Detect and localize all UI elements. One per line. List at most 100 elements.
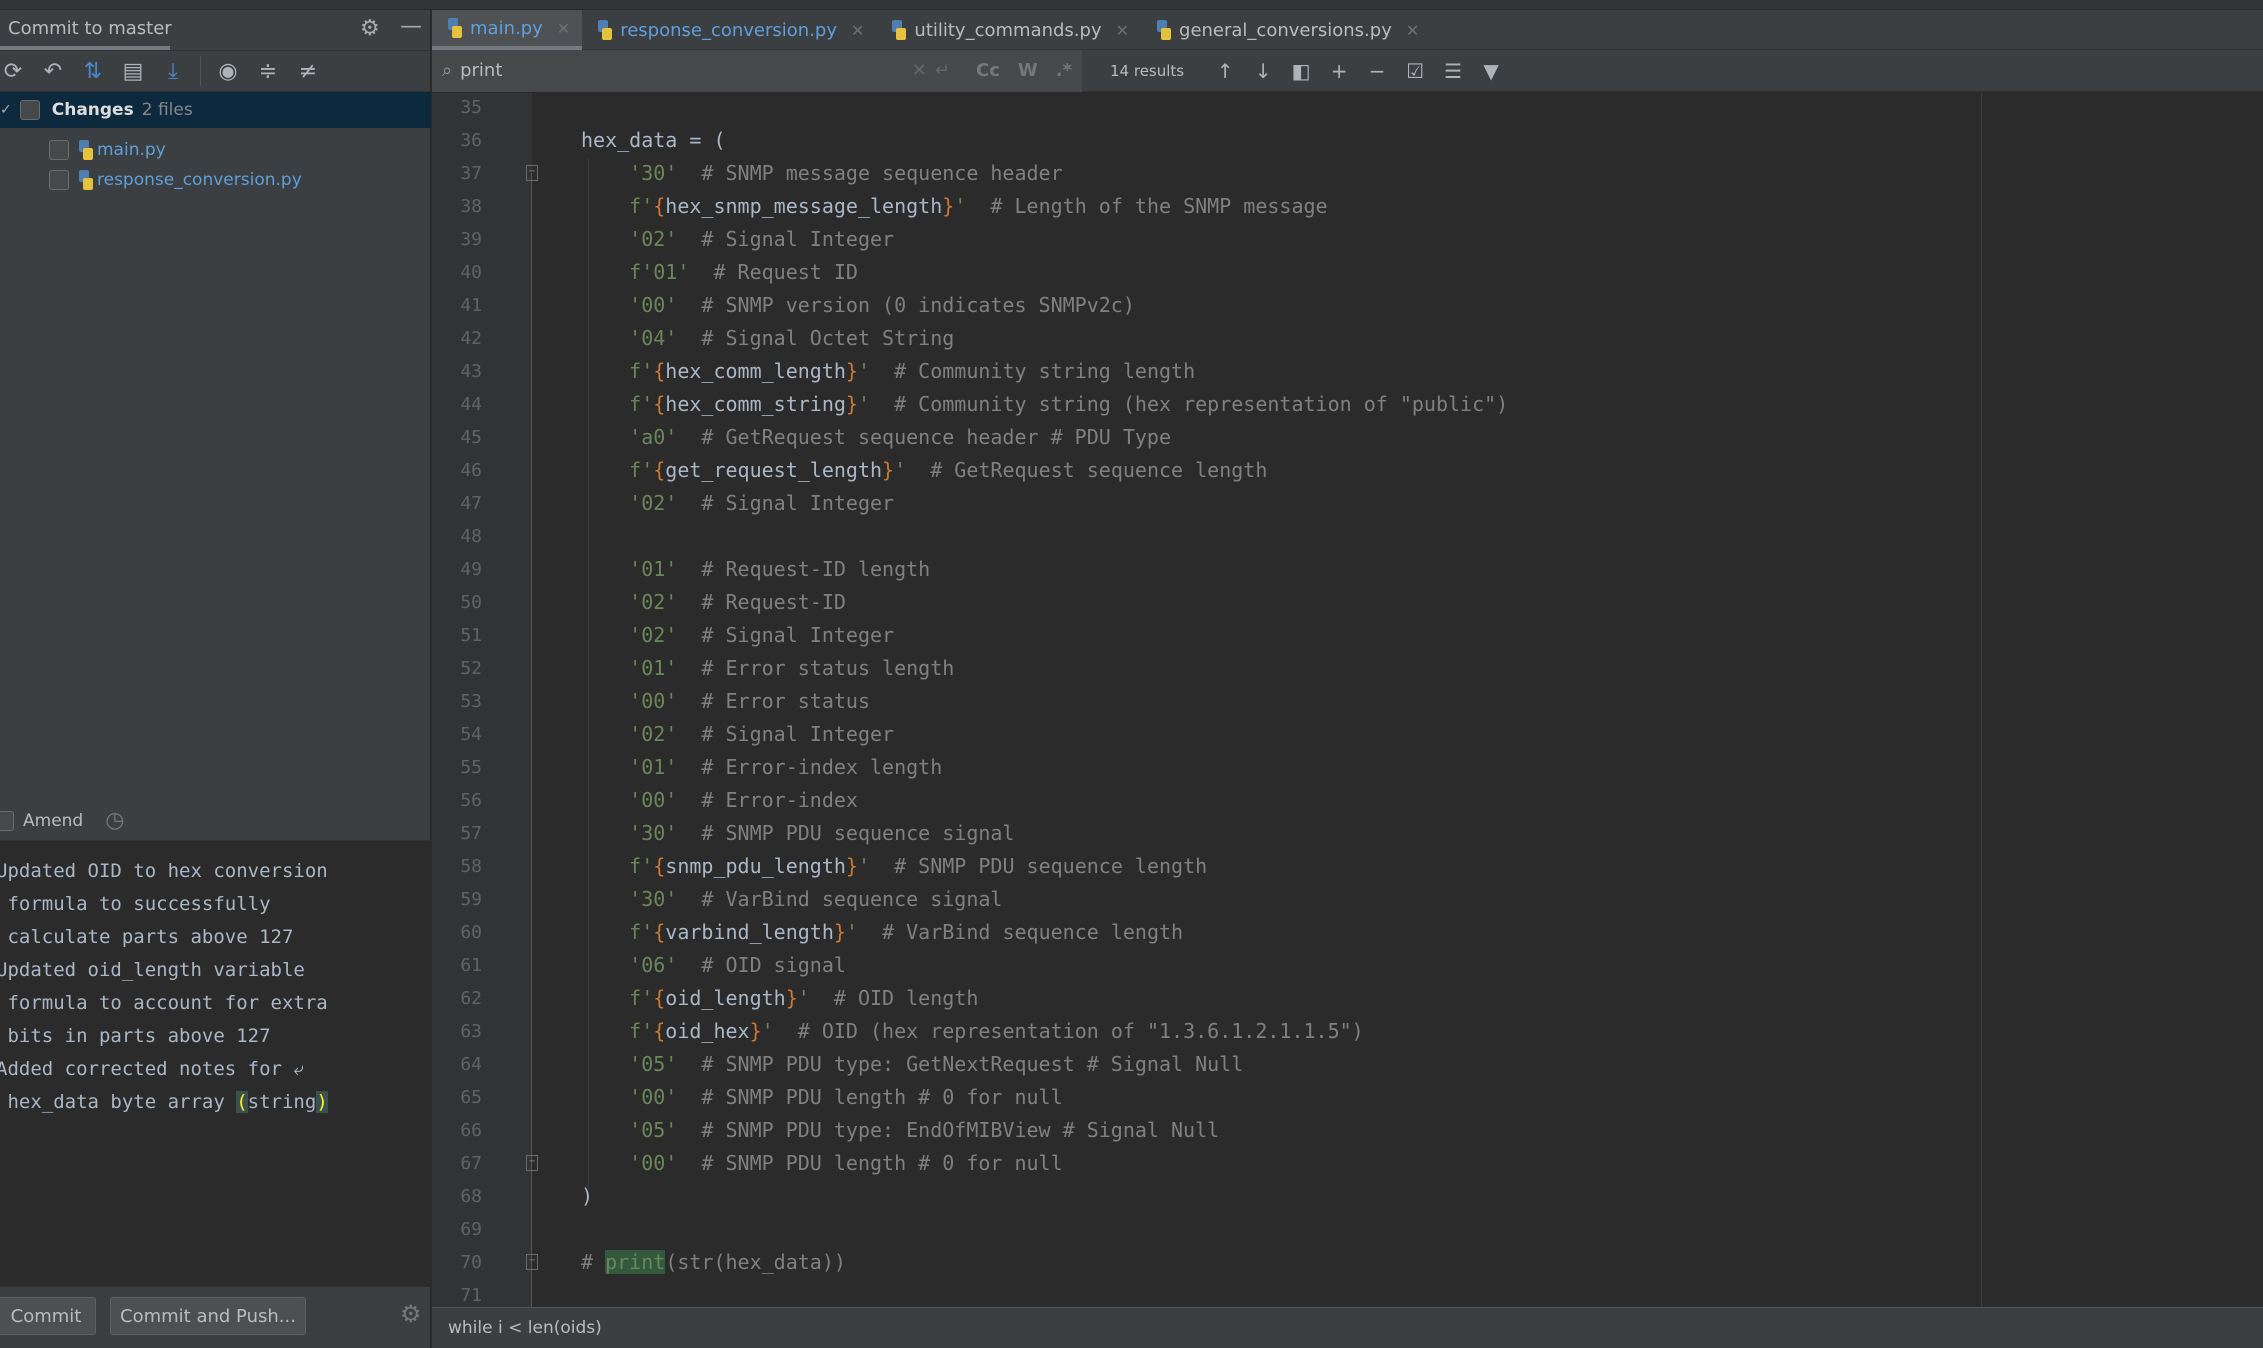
tab-general-conversions[interactable]: general_conversions.py ✕ [1141,10,1431,50]
expand-all-icon[interactable]: ≑ [255,59,281,84]
code-line[interactable]: 42 '04' # Signal Octet String [432,322,2263,355]
open-in-window-icon[interactable]: ☰ [1434,59,1472,83]
line-number: 63 [460,1021,482,1042]
fold-marker-icon[interactable]: − [526,165,538,181]
code-line[interactable]: 45 'a0' # GetRequest sequence header # P… [432,421,2263,454]
chevron-down-icon[interactable]: ✓ [0,102,12,118]
code-token: # SNMP version (0 indicates SNMPv2c) [677,293,1135,317]
breadcrumb[interactable]: while i < len(oids) [448,1318,602,1338]
close-icon[interactable]: ✕ [851,21,864,40]
code-line[interactable]: 41 '00' # SNMP version (0 indicates SNMP… [432,289,2263,322]
commit-message-input[interactable]: Updated OID to hex conversion formula to… [0,841,431,1287]
previous-occurrence-icon[interactable]: ↑ [1206,59,1244,83]
fold-marker-icon[interactable]: − [526,1155,538,1171]
commit-options-gear-icon[interactable]: ⚙ [400,1300,422,1328]
code-line[interactable]: 64 '05' # SNMP PDU type: GetNextRequest … [432,1048,2263,1081]
code-line[interactable]: 60 f'{varbind_length}' # VarBind sequenc… [432,916,2263,949]
changes-group-row[interactable]: ✓ Changes 2 files [0,92,431,128]
line-number: 52 [460,658,482,679]
words-toggle[interactable]: W [1018,60,1038,81]
code-line[interactable]: 37 − '30' # SNMP message sequence header [432,157,2263,190]
code-line[interactable]: 63 f'{oid_hex}' # OID (hex representatio… [432,1015,2263,1048]
line-number: 46 [460,460,482,481]
show-diff-icon[interactable]: ⇅ [80,59,106,84]
code-line[interactable]: 50 '02' # Request-ID [432,586,2263,619]
shelve-icon[interactable]: ▤ [120,59,146,84]
code-line[interactable]: 40 f'01' # Request ID [432,256,2263,289]
code-line[interactable]: 59 '30' # VarBind sequence signal [432,883,2263,916]
changes-checkbox[interactable] [19,100,40,120]
tab-label: response_conversion.py [620,19,837,41]
commit-and-push-button[interactable]: Commit and Push... [110,1297,306,1335]
code-line[interactable]: 44 f'{hex_comm_string}' # Community stri… [432,388,2263,421]
code-line[interactable]: 39 '02' # Signal Integer [432,223,2263,256]
code-line[interactable]: 69 [432,1213,2263,1246]
code-line[interactable]: 56 '00' # Error-index [432,784,2263,817]
code-line[interactable]: 58 f'{snmp_pdu_length}' # SNMP PDU seque… [432,850,2263,883]
file-row[interactable]: main.py [0,135,431,165]
code-token: # SNMP PDU type: GetNextRequest # Signal… [677,1052,1244,1076]
code-line[interactable]: 68) [432,1180,2263,1213]
code-line[interactable]: 36 hex_data = ( [432,124,2263,157]
amend-checkbox[interactable] [0,810,14,831]
tab-utility-commands[interactable]: utility_commands.py ✕ [876,10,1141,50]
commit-panel-title[interactable]: Commit to master [8,18,172,39]
tab-main-py[interactable]: main.py ✕ [432,10,583,50]
close-icon[interactable]: ✕ [557,19,570,38]
filter-icon[interactable]: ▼ [1472,59,1510,83]
code-line[interactable]: 49 '01' # Request-ID length [432,553,2263,586]
code-line[interactable]: 61 '06' # OID signal [432,949,2263,982]
code-line[interactable]: 48 [432,520,2263,553]
fold-area [482,256,581,289]
file-row[interactable]: response_conversion.py [0,165,431,195]
fold-area [482,553,581,586]
match-case-toggle[interactable]: Cc [976,60,1000,81]
code-line[interactable]: 70 − # print(str(hex_data)) [432,1246,2263,1279]
close-icon[interactable]: ✕ [1406,21,1419,40]
commit-message-line: bits in parts above 127 [0,1025,271,1047]
code-line[interactable]: 51 '02' # Signal Integer [432,619,2263,652]
view-options-icon[interactable]: ◉ [215,59,241,84]
gear-icon[interactable]: ⚙ [360,16,380,41]
code-line[interactable]: 66 '05' # SNMP PDU type: EndOfMIBView # … [432,1114,2263,1147]
code-line[interactable]: 52 '01' # Error status length [432,652,2263,685]
tab-response-conversion[interactable]: response_conversion.py ✕ [582,10,876,50]
refresh-icon[interactable]: ⟳ [0,59,26,84]
update-icon[interactable]: ⤓ [160,59,186,84]
history-clock-icon[interactable]: ◷ [105,808,124,833]
code-line[interactable]: 57 '30' # SNMP PDU sequence signal [432,817,2263,850]
code-line[interactable]: 35 [432,91,2263,124]
regex-toggle[interactable]: .* [1056,60,1072,81]
code-line[interactable]: 62 f'{oid_length}' # OID length [432,982,2263,1015]
code-line[interactable]: 67 − '00' # SNMP PDU length # 0 for null [432,1147,2263,1180]
select-all-occurrences-icon[interactable]: ☑ [1396,59,1434,83]
search-icon[interactable]: ⌕ [442,60,452,81]
code-token: # GetRequest sequence length [906,458,1268,482]
file-checkbox[interactable] [49,140,69,160]
rollback-icon[interactable]: ↶ [40,59,66,84]
code-line[interactable]: 55 '01' # Error-index length [432,751,2263,784]
file-checkbox[interactable] [49,170,69,190]
collapse-all-icon[interactable]: ≠ [295,59,321,84]
remove-occurrence-icon[interactable]: − [1358,59,1396,83]
new-line-icon[interactable]: ↵ [935,60,950,81]
code-token: get_request_length [665,458,883,482]
commit-button[interactable]: Commit [0,1297,96,1335]
code-line[interactable]: 65 '00' # SNMP PDU length # 0 for null [432,1081,2263,1114]
code-line[interactable]: 46 f'{get_request_length}' # GetRequest … [432,454,2263,487]
next-occurrence-icon[interactable]: ↓ [1244,59,1282,83]
filter-search-results-icon[interactable]: ◧ [1282,59,1320,83]
minimize-icon[interactable]: — [400,14,422,39]
close-icon[interactable]: ✕ [1116,21,1129,40]
code-token: # Signal Octet String [677,326,955,350]
code-line[interactable]: 54 '02' # Signal Integer [432,718,2263,751]
search-input[interactable]: ⌕ print ✕ ↵ Cc W .* [432,49,1082,92]
code-line[interactable]: 47 '02' # Signal Integer [432,487,2263,520]
amend-label[interactable]: Amend [23,811,83,831]
code-line[interactable]: 38 f'{hex_snmp_message_length}' # Length… [432,190,2263,223]
add-occurrence-icon[interactable]: + [1320,59,1358,83]
fold-marker-icon[interactable]: − [526,1254,538,1270]
code-line[interactable]: 53 '00' # Error status [432,685,2263,718]
clear-icon[interactable]: ✕ [912,60,927,81]
code-line[interactable]: 43 f'{hex_comm_length}' # Community stri… [432,355,2263,388]
